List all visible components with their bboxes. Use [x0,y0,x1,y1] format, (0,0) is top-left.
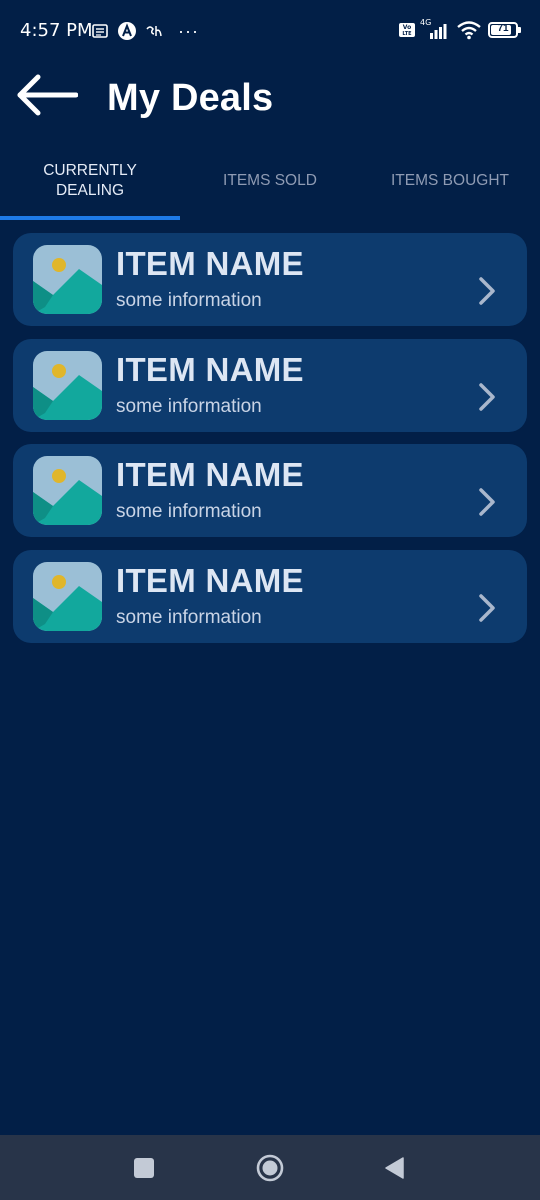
item-name: ITEM NAME [116,456,304,493]
app-a-icon [118,22,136,40]
image-placeholder-icon [33,350,102,420]
wifi-icon [457,21,481,40]
chevron-right-icon [479,382,495,411]
image-placeholder-icon [33,456,102,525]
item-name: ITEM NAME [116,350,304,388]
image-placeholder-icon [33,245,102,314]
deal-card[interactable]: ITEM NAME some information [13,444,527,537]
volte-icon: Vo LTE [399,23,415,37]
deal-card[interactable]: ITEM NAME some information [13,233,527,326]
tab-label-line2: DEALING [55,182,125,199]
tab-label-line1: CURRENTLY [43,162,137,179]
triangle-back-icon [385,1157,404,1179]
signal-icon [430,24,447,39]
back-button[interactable] [16,72,82,122]
more-notifications-icon: ··· [178,21,199,41]
tab-items-bought-label: ITEMS BOUGHT [391,172,509,189]
app-header: My Deals [0,64,540,138]
system-status-icons: Vo LTE 4G 71 [398,18,521,40]
system-nav-bar [0,1135,540,1200]
status-time: 4:57 PM [20,20,93,41]
item-info: some information [116,606,262,628]
image-placeholder-icon [33,561,102,631]
notification-icons: ··· [92,21,199,41]
svg-text:LTE: LTE [402,31,412,37]
tab-items-sold-label: ITEMS SOLD [223,172,317,189]
recents-button[interactable] [129,1153,159,1183]
deal-card[interactable]: ITEM NAME some information [13,549,527,643]
news-icon [92,24,108,38]
item-name: ITEM NAME [116,245,304,282]
deal-list: ITEM NAME some information ITEM NAME som… [13,233,527,655]
item-info: some information [116,501,262,522]
tab-items-sold[interactable]: ITEMS SOLD [180,148,360,220]
chevron-right-icon [479,488,495,516]
svg-text:Vo: Vo [403,24,411,31]
battery-icon: 71 [488,22,521,38]
tab-items-bought[interactable]: ITEMS BOUGHT [360,148,540,220]
arrow-left-icon [17,74,79,116]
chevron-right-icon [479,593,495,622]
square-icon [134,1158,154,1178]
page-title: My Deals [107,77,274,119]
tab-currently-dealing-label: CURRENTLY DEALING [43,161,137,201]
tab-bar: CURRENTLY DEALING ITEMS SOLD ITEMS BOUGH… [0,148,540,220]
active-tab-indicator [0,216,180,220]
chevron-right-icon [479,277,495,305]
nav-back-button[interactable] [381,1153,411,1183]
battery-level: 71 [497,23,509,34]
app-script-icon [146,26,162,37]
status-bar: 4:57 PM ··· Vo LTE 4G 71 [0,0,540,64]
deal-card[interactable]: ITEM NAME some information [13,338,527,432]
signal-group: 4G [420,18,450,40]
circle-icon [256,1154,284,1182]
item-info: some information [116,290,262,311]
item-info: some information [116,395,262,417]
home-button[interactable] [255,1153,285,1183]
tab-currently-dealing[interactable]: CURRENTLY DEALING [0,148,180,220]
item-name: ITEM NAME [116,561,304,599]
